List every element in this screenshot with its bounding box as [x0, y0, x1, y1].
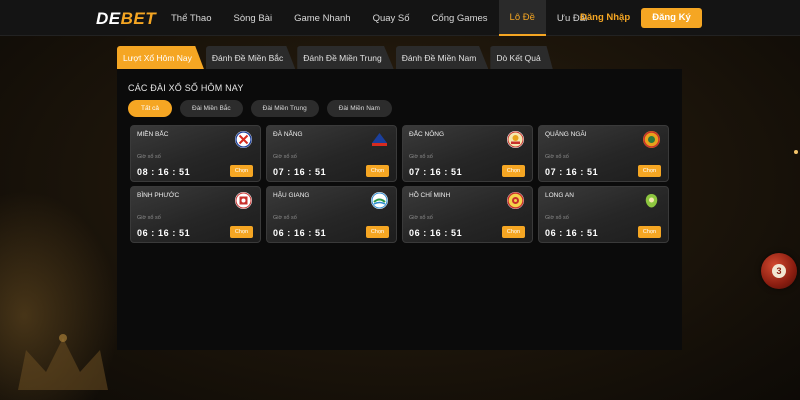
card-subtitle: Giờ xổ số [545, 154, 569, 160]
card-subtitle: Giờ xổ số [273, 154, 297, 160]
tab-luot-xo-hom-nay[interactable]: Lượt Xổ Hôm Nay [117, 46, 204, 69]
card-countdown: 08 : 16 : 51 [137, 167, 191, 177]
debet-logo[interactable]: DEBET [96, 9, 156, 29]
tab-danh-de-mien-nam[interactable]: Đánh Đề Miền Nam [395, 46, 489, 69]
hau-giang-logo-icon [371, 192, 388, 209]
card-name: HẬU GIANG [273, 192, 310, 199]
lottery-ball-decoration: 3 [761, 253, 797, 289]
card-subtitle: Giờ xổ số [137, 215, 161, 221]
lottery-card-hau-giang[interactable]: HẬU GIANG Giờ xổ số 06 : 16 : 51 Chọn [266, 186, 397, 243]
tab-do-ket-qua[interactable]: Dò Kết Quả [490, 46, 553, 69]
top-navigation-bar: DEBET Thể Thao Sòng Bài Game Nhanh Quay … [0, 0, 800, 36]
lottery-card-grid: MIỀN BẮC Giờ xổ số 08 : 16 : 51 Chọn ĐÀ … [130, 125, 669, 243]
nav-item-cong-games[interactable]: Cổng Games [421, 0, 499, 36]
select-button[interactable]: Chọn [638, 226, 661, 238]
card-countdown: 06 : 16 : 51 [409, 228, 463, 238]
card-name: BÌNH PHƯỚC [137, 192, 180, 199]
region-filters: Tất cả Đài Miền Bắc Đài Miền Trung Đài M… [128, 100, 392, 117]
lottery-card-quang-ngai[interactable]: QUẢNG NGÃI Giờ xổ số 07 : 16 : 51 Chọn [538, 125, 669, 182]
card-name: QUẢNG NGÃI [545, 131, 587, 138]
nav-item-game-nhanh[interactable]: Game Nhanh [283, 0, 362, 36]
ho-chi-minh-logo-icon [507, 192, 524, 209]
sparkle-decoration [794, 150, 798, 154]
card-subtitle: Giờ xổ số [137, 154, 161, 160]
select-button[interactable]: Chọn [502, 165, 525, 177]
select-button[interactable]: Chọn [638, 165, 661, 177]
panel-title: CÁC ĐÀI XỔ SỐ HÔM NAY [128, 83, 244, 93]
card-countdown: 06 : 16 : 51 [273, 228, 327, 238]
lottery-panel: CÁC ĐÀI XỔ SỐ HÔM NAY Tất cả Đài Miền Bắ… [117, 69, 682, 350]
lottery-tabs: Lượt Xổ Hôm Nay Đánh Đề Miền Bắc Đánh Đề… [117, 46, 553, 69]
quang-ngai-logo-icon [643, 131, 660, 148]
filter-mien-nam[interactable]: Đài Miền Nam [326, 100, 392, 117]
tab-danh-de-mien-trung[interactable]: Đánh Đề Miền Trung [297, 46, 394, 69]
lottery-card-binh-phuoc[interactable]: BÌNH PHƯỚC Giờ xổ số 06 : 16 : 51 Chọn [130, 186, 261, 243]
main-nav: Thể Thao Sòng Bài Game Nhanh Quay Số Cổn… [160, 0, 598, 36]
dac-nong-logo-icon [507, 131, 524, 148]
card-name: MIỀN BẮC [137, 131, 169, 138]
lottery-card-dac-nong[interactable]: ĐẮC NÔNG Giờ xổ số 07 : 16 : 51 Chọn [402, 125, 533, 182]
card-name: HỒ CHÍ MINH [409, 192, 451, 199]
filter-mien-trung[interactable]: Đài Miền Trung [250, 100, 319, 117]
card-subtitle: Giờ xổ số [409, 215, 433, 221]
select-button[interactable]: Chọn [366, 165, 389, 177]
binh-phuoc-logo-icon [235, 192, 252, 209]
card-countdown: 07 : 16 : 51 [409, 167, 463, 177]
card-countdown: 06 : 16 : 51 [137, 228, 191, 238]
crown-decoration-icon [18, 334, 108, 390]
card-name: LONG AN [545, 192, 574, 199]
nav-item-the-thao[interactable]: Thể Thao [160, 0, 223, 36]
select-button[interactable]: Chọn [502, 226, 525, 238]
lottery-card-da-nang[interactable]: ĐÀ NẴNG Giờ xổ số 07 : 16 : 51 Chọn [266, 125, 397, 182]
select-button[interactable]: Chọn [230, 226, 253, 238]
filter-all[interactable]: Tất cả [128, 100, 172, 117]
lottery-card-ho-chi-minh[interactable]: HỒ CHÍ MINH Giờ xổ số 06 : 16 : 51 Chọn [402, 186, 533, 243]
mien-bac-logo-icon [235, 131, 252, 148]
card-name: ĐẮC NÔNG [409, 131, 445, 138]
nav-item-song-bai[interactable]: Sòng Bài [223, 0, 284, 36]
filter-mien-bac[interactable]: Đài Miền Bắc [180, 100, 243, 117]
card-countdown: 07 : 16 : 51 [545, 167, 599, 177]
da-nang-logo-icon [371, 131, 388, 148]
lottery-card-long-an[interactable]: LONG AN Giờ xổ số 06 : 16 : 51 Chọn [538, 186, 669, 243]
card-subtitle: Giờ xổ số [545, 215, 569, 221]
card-subtitle: Giờ xổ số [409, 154, 433, 160]
select-button[interactable]: Chọn [230, 165, 253, 177]
login-link[interactable]: Đăng Nhập [580, 12, 630, 23]
long-an-logo-icon [643, 192, 660, 209]
nav-item-lo-de[interactable]: Lô Đề [498, 0, 546, 36]
nav-item-quay-so[interactable]: Quay Số [362, 0, 421, 36]
card-subtitle: Giờ xổ số [273, 215, 297, 221]
tab-danh-de-mien-bac[interactable]: Đánh Đề Miền Bắc [205, 46, 296, 69]
card-name: ĐÀ NẴNG [273, 131, 303, 138]
card-countdown: 06 : 16 : 51 [545, 228, 599, 238]
card-countdown: 07 : 16 : 51 [273, 167, 327, 177]
lottery-card-mien-bac[interactable]: MIỀN BẮC Giờ xổ số 08 : 16 : 51 Chọn [130, 125, 261, 182]
register-button[interactable]: Đăng Ký [641, 8, 702, 28]
select-button[interactable]: Chọn [366, 226, 389, 238]
